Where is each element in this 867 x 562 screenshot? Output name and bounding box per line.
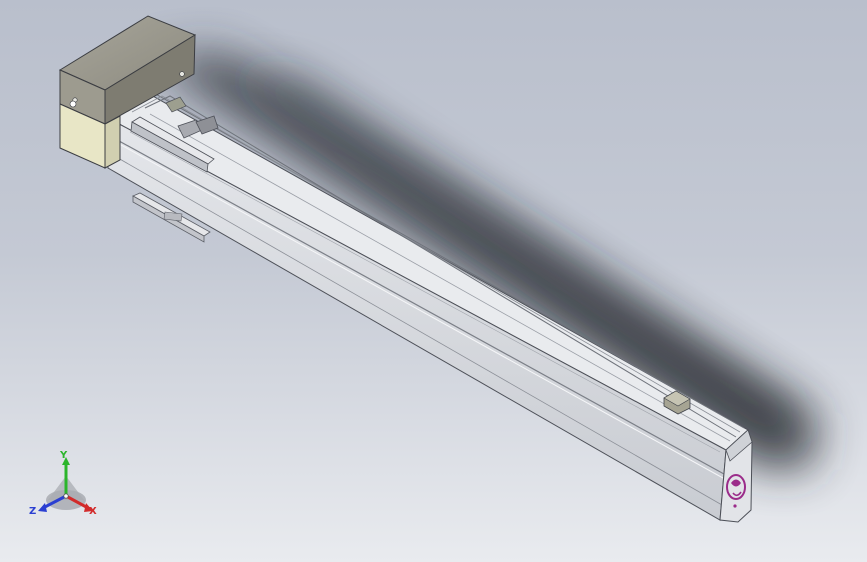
z-axis-label: Z <box>29 506 36 517</box>
z-axis-arrow <box>38 503 47 512</box>
y-axis-label: Y <box>59 450 68 461</box>
triad-origin <box>63 493 69 499</box>
linear-actuator-model[interactable] <box>0 0 867 562</box>
x-axis-label: X <box>89 506 97 517</box>
3d-viewport[interactable]: Y X Z <box>0 0 867 562</box>
model-shadow <box>150 52 820 470</box>
orientation-triad[interactable]: Y X Z <box>26 448 106 528</box>
